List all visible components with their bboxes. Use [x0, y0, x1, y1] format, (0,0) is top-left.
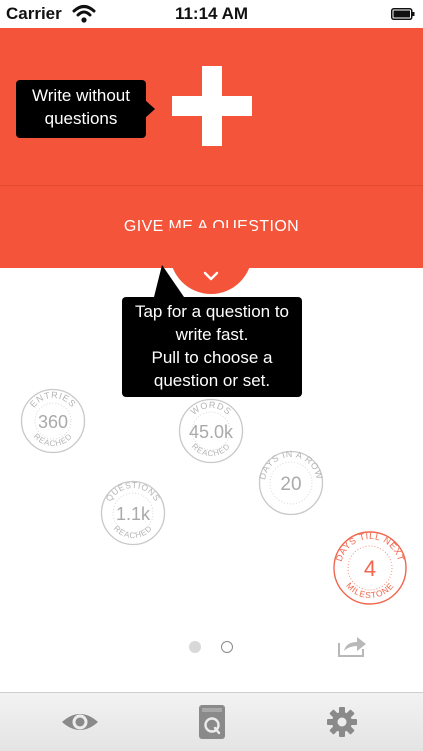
- plus-icon-bar: [172, 96, 252, 116]
- entries-stamp-caption: REACHED: [32, 432, 73, 448]
- questions-stamp-caption: REACHED: [112, 524, 153, 540]
- chevron-down-icon: [203, 271, 219, 281]
- days-in-a-row-stamp: DAYS IN A ROW 20: [258, 450, 324, 516]
- days-till-milestone-stamp: DAYS TILL NEXT 4 MILESTONE: [333, 531, 407, 605]
- svg-text:REACHED: REACHED: [32, 432, 74, 448]
- page-dot-2[interactable]: [221, 641, 233, 653]
- tooltip-line: Pull to choose a: [151, 348, 273, 367]
- milestone-stamp-caption: MILESTONE: [344, 580, 395, 600]
- eye-icon[interactable]: [60, 703, 100, 741]
- status-bar: Carrier 11:14 AM: [0, 0, 423, 28]
- days-in-a-row-value: 20: [280, 474, 301, 495]
- clock: 11:14 AM: [174, 4, 249, 23]
- tooltip-line: Tap for a question to: [134, 302, 290, 321]
- entries-stamp-title: ENTRIES: [28, 390, 78, 410]
- write-without-question-button[interactable]: [172, 66, 252, 146]
- questions-stamp-title: QUESTIONS: [104, 480, 162, 503]
- entries-stamp: ENTRIES 360 REACHED: [20, 388, 86, 454]
- svg-text:REACHED: REACHED: [112, 524, 154, 540]
- tooltip-line: Write without: [32, 86, 130, 105]
- tooltip-arrow: [145, 100, 155, 118]
- tooltip-arrow: [154, 265, 184, 297]
- tooltip-line: questions: [44, 109, 118, 128]
- svg-text:ENTRIES: ENTRIES: [28, 390, 78, 410]
- battery-icon: [391, 8, 415, 20]
- words-value: 45.0k: [189, 422, 234, 442]
- page-dot-1[interactable]: [189, 641, 201, 653]
- words-stamp: WORDS 45.0k REACHED: [178, 398, 244, 464]
- questions-stamp: QUESTIONS 1.1k REACHED: [100, 480, 166, 546]
- svg-text:MILESTONE: MILESTONE: [344, 580, 396, 600]
- question-tooltip: Tap for a question to write fast. Pull t…: [122, 265, 302, 397]
- tooltip-line: question or set.: [153, 371, 271, 390]
- q-card-icon[interactable]: [197, 703, 227, 741]
- svg-text:QUESTIONS: QUESTIONS: [104, 480, 163, 503]
- svg-text:WORDS: WORDS: [189, 400, 234, 417]
- share-icon[interactable]: [336, 634, 368, 658]
- words-stamp-caption: REACHED: [190, 442, 231, 458]
- gear-icon[interactable]: [326, 703, 358, 741]
- svg-text:REACHED: REACHED: [190, 442, 232, 458]
- write-tooltip: Write without questions: [16, 80, 155, 138]
- milestone-value: 4: [364, 556, 376, 581]
- entries-value: 360: [38, 412, 68, 432]
- questions-value: 1.1k: [116, 504, 151, 524]
- tooltip-line: write fast.: [175, 325, 249, 344]
- words-stamp-title: WORDS: [189, 400, 233, 417]
- tab-bar: [0, 692, 423, 751]
